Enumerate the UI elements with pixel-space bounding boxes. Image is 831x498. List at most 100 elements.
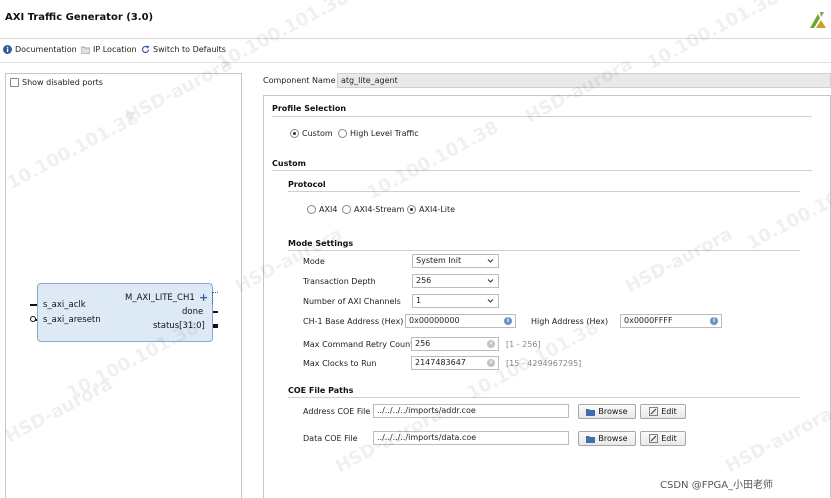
profile-high-level-radio[interactable]: High Level Traffic (338, 129, 419, 138)
clear-icon[interactable]: × (487, 340, 495, 348)
expand-interface-icon[interactable]: + (199, 291, 208, 304)
port-label-m-axi-lite: M_AXI_LITE_CH1 (125, 293, 195, 303)
checkbox-box[interactable] (10, 78, 19, 87)
mode-value: System Init (416, 256, 462, 265)
retry-count-label: Max Command Retry Count (303, 340, 414, 349)
radio-button[interactable] (307, 205, 316, 214)
max-clocks-field[interactable]: 2147483647 × (411, 356, 499, 370)
data-coe-label: Data COE File (303, 434, 358, 443)
max-clocks-range: [15 - 4294967295] (506, 359, 582, 368)
section-divider (272, 116, 812, 117)
ip-location-button[interactable]: IP Location (81, 45, 137, 54)
address-coe-label: Address COE File (303, 407, 371, 416)
transaction-depth-select[interactable]: 256 (412, 274, 499, 288)
protocol-axi4-lite-radio[interactable]: AXI4-Lite (407, 205, 455, 214)
retry-count-field[interactable]: 256 × (411, 337, 499, 351)
info-icon[interactable]: i (504, 317, 512, 325)
radio-button[interactable] (342, 205, 351, 214)
protocol-axi4-label: AXI4 (319, 205, 338, 214)
port-line-aclk (30, 304, 37, 306)
axi-channels-select[interactable]: 1 (412, 294, 499, 308)
documentation-label: Documentation (15, 45, 77, 54)
port-label-done: done (182, 307, 204, 317)
profile-custom-radio[interactable]: Custom (290, 129, 333, 138)
title-divider (0, 38, 831, 39)
profile-high-level-label: High Level Traffic (350, 129, 419, 138)
max-clocks-label: Max Clocks to Run (303, 359, 377, 368)
address-coe-field[interactable]: ../../../../imports/addr.coe (373, 404, 569, 418)
address-browse-button[interactable]: Browse (578, 404, 636, 419)
toolbar-divider (0, 62, 831, 63)
browse-label: Browse (598, 434, 628, 443)
ip-location-label: IP Location (93, 45, 137, 54)
show-disabled-ports-label: Show disabled ports (22, 78, 103, 87)
edit-label: Edit (661, 407, 677, 416)
edit-label: Edit (661, 434, 677, 443)
high-address-field[interactable]: 0x0000FFFF i (620, 314, 722, 328)
chevron-down-icon (487, 259, 494, 263)
coe-file-paths-header: COE File Paths (288, 386, 354, 395)
vivado-logo-icon (810, 12, 826, 28)
clear-icon[interactable]: × (487, 359, 495, 367)
port-line-status (213, 324, 218, 328)
profile-custom-label: Custom (302, 129, 333, 138)
axi-channels-label: Number of AXI Channels (303, 297, 401, 306)
retry-count-value: 256 (415, 339, 431, 348)
chevron-down-icon (487, 279, 494, 283)
axi-channels-value: 1 (416, 296, 422, 305)
max-clocks-value: 2147483647 (415, 358, 466, 367)
info-icon[interactable]: i (710, 317, 718, 325)
high-address-label: High Address (Hex) (531, 317, 609, 326)
radio-button-selected[interactable] (290, 129, 299, 138)
browse-label: Browse (598, 407, 628, 416)
port-label-aresetn: s_axi_aresetn (43, 315, 101, 325)
retry-count-range: [1 - 256] (506, 340, 541, 349)
data-edit-button[interactable]: Edit (640, 431, 686, 446)
base-address-field[interactable]: 0x00000000 i (405, 314, 516, 328)
address-edit-button[interactable]: Edit (640, 404, 686, 419)
base-address-label: CH-1 Base Address (Hex) (303, 317, 404, 326)
transaction-depth-value: 256 (416, 276, 432, 285)
transaction-depth-label: Transaction Depth (303, 277, 376, 286)
protocol-axi4-stream-radio[interactable]: AXI4-Stream (342, 205, 404, 214)
radio-button-selected[interactable] (407, 205, 416, 214)
data-coe-field[interactable]: ../../../../imports/data.coe (373, 431, 569, 445)
folder-icon (586, 435, 596, 443)
info-icon (3, 45, 12, 54)
custom-header: Custom (272, 159, 306, 168)
folder-icon (81, 46, 90, 54)
switch-defaults-label: Switch to Defaults (153, 45, 226, 54)
component-name-label: Component Name (263, 76, 336, 85)
csdn-watermark: CSDN @FPGA_小田老师 (660, 480, 774, 491)
mode-select[interactable]: System Init (412, 254, 499, 268)
inverted-port-bubble (30, 316, 36, 322)
edit-icon (649, 407, 659, 416)
high-address-value: 0x0000FFFF (624, 316, 673, 325)
port-label-aclk: s_axi_aclk (43, 300, 86, 310)
section-divider (288, 397, 800, 398)
section-divider (288, 191, 800, 192)
port-label-status: status[31:0] (153, 321, 205, 331)
show-disabled-ports-checkbox[interactable]: Show disabled ports (10, 78, 103, 87)
protocol-axi4-radio[interactable]: AXI4 (307, 205, 337, 214)
base-address-value: 0x00000000 (409, 316, 460, 325)
component-name-field[interactable]: atg_lite_agent (337, 73, 831, 88)
port-line-done (213, 311, 218, 313)
refresh-icon (141, 45, 150, 54)
mode-settings-header: Mode Settings (288, 239, 354, 248)
protocol-header: Protocol (288, 180, 326, 189)
mode-label: Mode (303, 257, 325, 266)
folder-icon (586, 408, 596, 416)
bus-interface-marker (212, 292, 218, 304)
profile-selection-header: Profile Selection (272, 104, 347, 113)
protocol-axi4-lite-label: AXI4-Lite (419, 205, 456, 214)
protocol-axi4-stream-label: AXI4-Stream (354, 205, 405, 214)
documentation-button[interactable]: Documentation (3, 45, 77, 54)
edit-icon (649, 434, 659, 443)
radio-button[interactable] (338, 129, 347, 138)
section-divider (288, 250, 800, 251)
window-title: AXI Traffic Generator (3.0) (5, 12, 154, 23)
section-divider (272, 170, 812, 171)
data-browse-button[interactable]: Browse (578, 431, 636, 446)
switch-defaults-button[interactable]: Switch to Defaults (141, 45, 226, 54)
